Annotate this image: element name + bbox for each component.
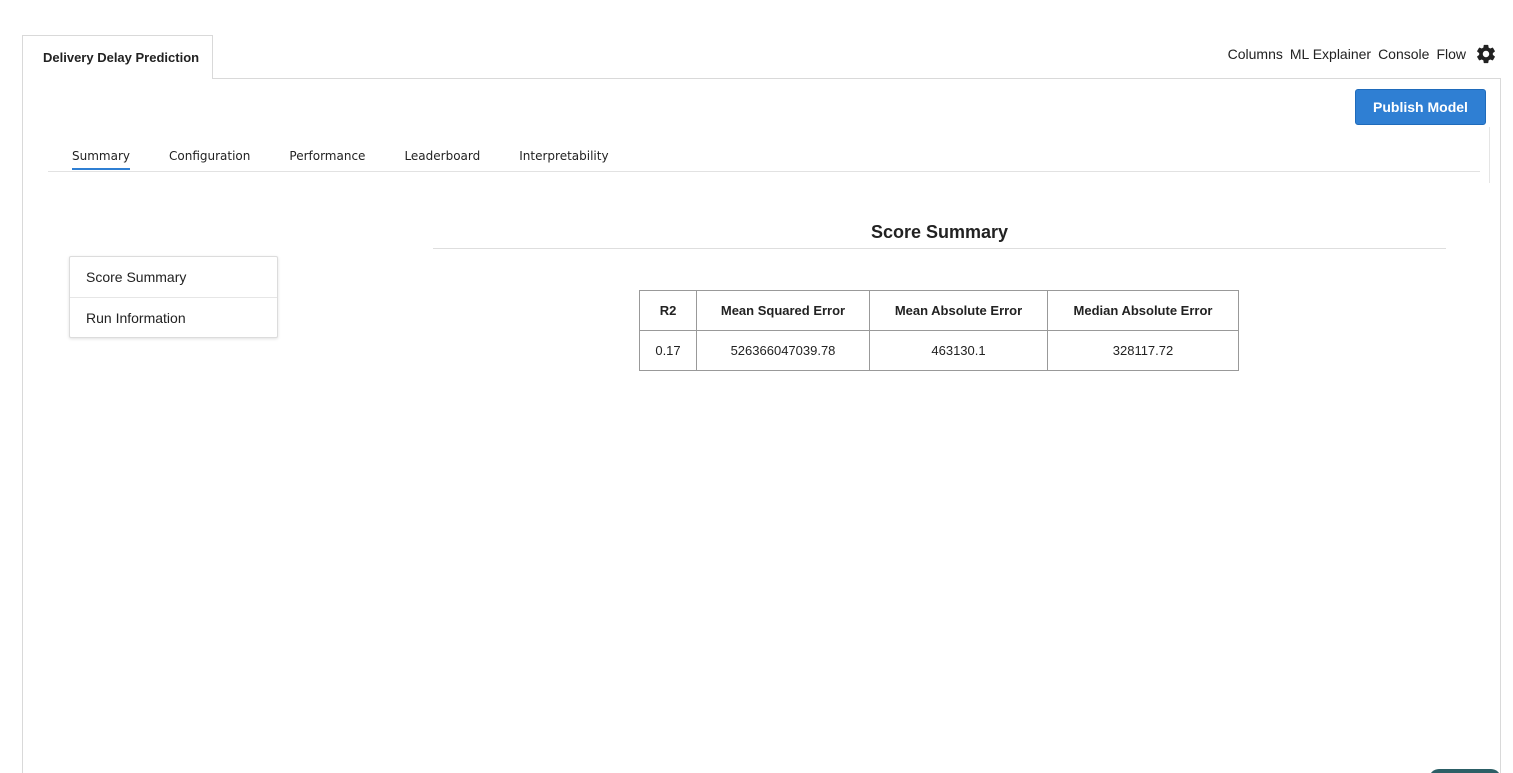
side-item-score-summary[interactable]: Score Summary: [70, 257, 277, 297]
columns-link[interactable]: Columns: [1228, 46, 1283, 62]
score-summary-title: Score Summary: [433, 222, 1446, 249]
gear-icon[interactable]: [1475, 43, 1497, 65]
top-nav: Columns ML Explainer Console Flow: [1228, 40, 1497, 68]
side-menu: Score Summary Run Information: [69, 256, 278, 338]
tab-leaderboard[interactable]: Leaderboard: [404, 141, 480, 169]
console-link[interactable]: Console: [1378, 46, 1429, 62]
main-panel: Publish Model Summary Configuration Perf…: [22, 78, 1501, 773]
page: Delivery Delay Prediction Columns ML Exp…: [0, 0, 1513, 773]
tab-interpretability[interactable]: Interpretability: [519, 141, 608, 169]
column-header: Mean Squared Error: [696, 290, 870, 331]
section-tabs: Summary Configuration Performance Leader…: [48, 141, 1480, 172]
table-cell: 463130.1: [869, 330, 1048, 371]
score-table: R2 Mean Squared Error Mean Absolute Erro…: [639, 290, 1239, 371]
divider: [1489, 127, 1490, 183]
table-row: 0.17 526366047039.78 463130.1 328117.72: [639, 330, 1239, 371]
tab-delivery-delay-prediction[interactable]: Delivery Delay Prediction: [22, 35, 213, 79]
table-cell: 328117.72: [1047, 330, 1239, 371]
tab-configuration[interactable]: Configuration: [169, 141, 250, 169]
help-widget[interactable]: [1429, 769, 1501, 773]
side-item-run-information[interactable]: Run Information: [70, 297, 277, 337]
top-tab-label: Delivery Delay Prediction: [43, 50, 200, 65]
column-header: R2: [639, 290, 697, 331]
table-header-row: R2 Mean Squared Error Mean Absolute Erro…: [639, 290, 1239, 331]
table-cell: 526366047039.78: [696, 330, 870, 371]
tab-summary[interactable]: Summary: [72, 141, 130, 170]
flow-link[interactable]: Flow: [1436, 46, 1466, 62]
publish-model-button[interactable]: Publish Model: [1355, 89, 1486, 125]
column-header: Mean Absolute Error: [869, 290, 1048, 331]
table-cell: 0.17: [639, 330, 697, 371]
column-header: Median Absolute Error: [1047, 290, 1239, 331]
ml-explainer-link[interactable]: ML Explainer: [1290, 46, 1371, 62]
tab-performance[interactable]: Performance: [289, 141, 365, 169]
